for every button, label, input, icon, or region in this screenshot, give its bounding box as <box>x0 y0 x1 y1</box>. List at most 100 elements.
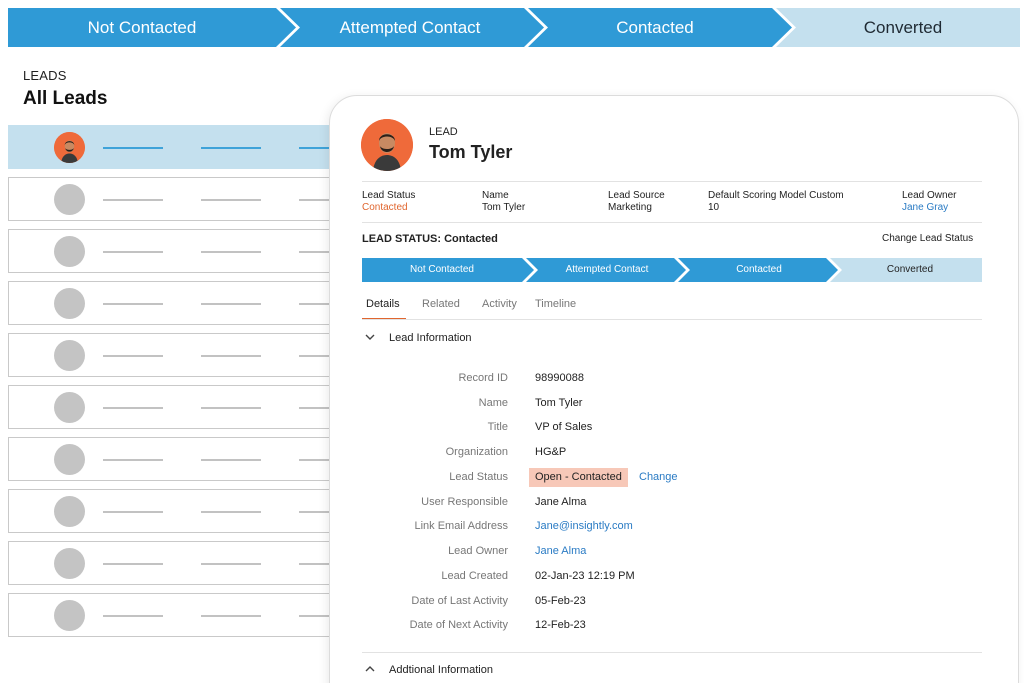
lead-created-label: Lead Created <box>441 570 508 582</box>
meta-owner-label: Lead Owner <box>902 190 957 201</box>
lead-status-label: Lead Status <box>449 471 508 483</box>
avatar-placeholder <box>54 392 85 423</box>
record-id-value: 98990088 <box>535 372 584 384</box>
lead-status-title: LEAD STATUS: Contacted <box>362 233 498 245</box>
placeholder-line <box>201 199 261 201</box>
list-item[interactable] <box>8 281 339 325</box>
last-activity-label: Date of Last Activity <box>411 595 508 607</box>
lead-status-pipeline: Not Contacted Attempted Contact Contacte… <box>362 258 982 282</box>
lead-owner-label: Lead Owner <box>448 545 508 557</box>
lead-stage-label-contacted[interactable]: Contacted <box>686 258 832 282</box>
lead-eyebrow: LEAD <box>429 126 458 138</box>
avatar-placeholder <box>54 600 85 631</box>
chevron-up-icon[interactable] <box>365 664 375 677</box>
list-item[interactable] <box>8 385 339 429</box>
placeholder-line <box>201 251 261 253</box>
tab-activity[interactable]: Activity <box>482 298 517 310</box>
placeholder-line <box>103 147 163 149</box>
avatar-placeholder <box>54 444 85 475</box>
meta-name-value: Tom Tyler <box>482 202 526 213</box>
avatar-placeholder <box>54 288 85 319</box>
organization-value: HG&P <box>535 446 567 458</box>
placeholder-line <box>201 407 261 409</box>
user-responsible-label: User Responsible <box>421 496 508 508</box>
placeholder-line <box>201 511 261 513</box>
meta-status-label: Lead Status <box>362 190 416 201</box>
next-activity-value: 12-Feb-23 <box>535 619 586 631</box>
lead-stage-label-not-contacted[interactable]: Not Contacted <box>362 258 522 282</box>
avatar-placeholder <box>54 340 85 371</box>
divider <box>362 181 982 182</box>
chevron-down-icon[interactable] <box>365 332 375 345</box>
list-item[interactable] <box>8 125 339 169</box>
placeholder-line <box>201 459 261 461</box>
title-label: Title <box>487 421 508 433</box>
last-activity-value: 05-Feb-23 <box>535 595 586 607</box>
stage-label-converted[interactable]: Converted <box>786 8 1020 47</box>
placeholder-line <box>103 615 163 617</box>
list-item[interactable] <box>8 489 339 533</box>
placeholder-line <box>201 303 261 305</box>
divider <box>362 319 982 320</box>
list-item[interactable] <box>8 229 339 273</box>
section-lead-information[interactable]: Lead Information <box>389 332 472 344</box>
placeholder-line <box>103 511 163 513</box>
next-activity-label: Date of Next Activity <box>409 619 508 631</box>
stage-label-attempted-contact[interactable]: Attempted Contact <box>290 8 530 47</box>
tab-details[interactable]: Details <box>366 298 400 310</box>
tab-related[interactable]: Related <box>422 298 460 310</box>
lead-owner-link[interactable]: Jane Alma <box>535 545 586 557</box>
divider <box>362 652 982 653</box>
avatar-placeholder <box>54 496 85 527</box>
placeholder-line <box>201 147 261 149</box>
name-label: Name <box>478 397 508 409</box>
list-item[interactable] <box>8 593 339 637</box>
placeholder-line <box>103 459 163 461</box>
meta-score-label: Default Scoring Model Custom <box>708 190 844 201</box>
avatar <box>54 132 85 163</box>
change-lead-status-button[interactable]: Change Lead Status <box>882 233 973 244</box>
meta-name-label: Name <box>482 190 509 201</box>
avatar-placeholder <box>54 184 85 215</box>
placeholder-line <box>103 303 163 305</box>
placeholder-line <box>103 199 163 201</box>
page-title: All Leads <box>23 88 108 109</box>
placeholder-line <box>201 355 261 357</box>
list-item[interactable] <box>8 541 339 585</box>
lead-name: Tom Tyler <box>429 142 513 162</box>
meta-score-value: 10 <box>708 202 720 213</box>
meta-status-value: Contacted <box>362 202 408 213</box>
leads-eyebrow: LEADS <box>23 68 67 83</box>
placeholder-line <box>201 615 261 617</box>
lead-stage-label-attempted-contact[interactable]: Attempted Contact <box>534 258 680 282</box>
placeholder-line <box>103 563 163 565</box>
placeholder-line <box>201 563 261 565</box>
placeholder-line <box>103 407 163 409</box>
change-status-link[interactable]: Change <box>639 471 678 483</box>
tab-timeline[interactable]: Timeline <box>535 298 576 310</box>
lead-status-badge: Open - Contacted <box>529 468 628 487</box>
name-value: Tom Tyler <box>535 397 583 409</box>
email-label: Link Email Address <box>414 520 508 532</box>
record-id-label: Record ID <box>458 372 508 384</box>
meta-owner-link[interactable]: Jane Gray <box>902 202 948 213</box>
placeholder-line <box>103 355 163 357</box>
avatar-placeholder <box>54 236 85 267</box>
email-link[interactable]: Jane@insightly.com <box>535 520 633 532</box>
list-item[interactable] <box>8 333 339 377</box>
organization-label: Organization <box>445 446 508 458</box>
section-additional-information[interactable]: Addtional Information <box>389 664 493 676</box>
lead-stage-label-converted[interactable]: Converted <box>838 258 982 282</box>
placeholder-line <box>103 251 163 253</box>
title-value: VP of Sales <box>535 421 593 433</box>
list-item[interactable] <box>8 177 339 221</box>
stage-label-not-contacted[interactable]: Not Contacted <box>8 8 276 47</box>
list-item[interactable] <box>8 437 339 481</box>
meta-source-label: Lead Source <box>608 190 665 201</box>
lead-created-value: 02-Jan-23 12:19 PM <box>535 570 635 582</box>
status-pipeline: Not Contacted Attempted Contact Contacte… <box>8 8 1020 47</box>
stage-label-contacted[interactable]: Contacted <box>538 8 772 47</box>
user-responsible-value: Jane Alma <box>535 496 587 508</box>
meta-source-value: Marketing <box>608 202 652 213</box>
lead-avatar <box>361 119 413 171</box>
